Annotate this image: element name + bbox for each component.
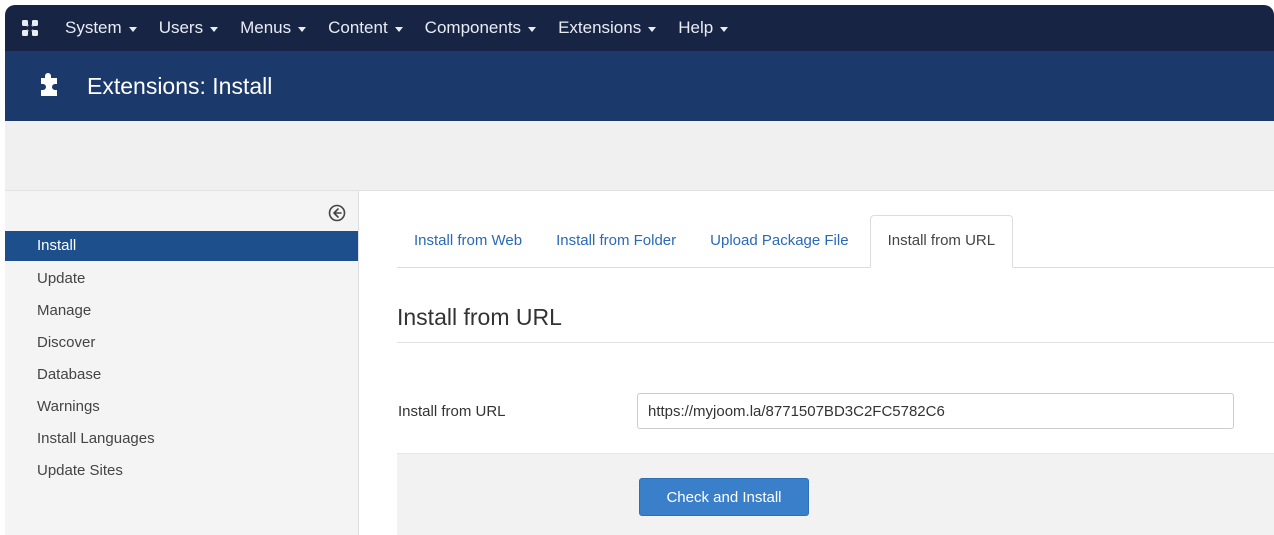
- sidebar-item-warnings[interactable]: Warnings: [5, 391, 358, 423]
- menu-content-label: Content: [328, 18, 388, 37]
- caret-down-icon: [720, 26, 729, 32]
- page-header: Extensions: Install: [5, 51, 1274, 121]
- menu-components-label: Components: [424, 18, 522, 37]
- tab-upload-package-file[interactable]: Upload Package File: [693, 215, 865, 267]
- form-actions: Check and Install: [397, 453, 1274, 535]
- menu-help-label: Help: [678, 18, 714, 37]
- menu-extensions[interactable]: Extensions: [548, 5, 668, 51]
- install-tabs: Install from Web Install from Folder Upl…: [397, 215, 1274, 268]
- tab-install-from-folder[interactable]: Install from Folder: [539, 215, 693, 267]
- sidebar-item-install[interactable]: Install: [5, 231, 358, 261]
- menu-help[interactable]: Help: [668, 5, 740, 51]
- puzzle-piece-icon: [35, 73, 65, 99]
- menu-components[interactable]: Components: [415, 5, 548, 51]
- tab-install-from-url[interactable]: Install from URL: [869, 215, 1014, 268]
- menu-system-label: System: [65, 18, 122, 37]
- toolbar: [5, 121, 1274, 191]
- url-input[interactable]: [637, 393, 1234, 429]
- sidebar-item-update[interactable]: Update: [5, 263, 358, 295]
- caret-down-icon: [210, 26, 219, 32]
- sidebar-item-manage[interactable]: Manage: [5, 295, 358, 327]
- main-menu: System Users Menus Content Components Ex…: [55, 5, 740, 51]
- sidebar-menu: Install Update Manage Discover Database …: [5, 231, 358, 487]
- sidebar-item-discover[interactable]: Discover: [5, 327, 358, 359]
- menu-menus[interactable]: Menus: [230, 5, 318, 51]
- caret-down-icon: [128, 26, 137, 32]
- menu-users[interactable]: Users: [149, 5, 230, 51]
- top-navigation: System Users Menus Content Components Ex…: [5, 5, 1274, 51]
- page-title: Extensions: Install: [87, 72, 273, 99]
- app-window: System Users Menus Content Components Ex…: [5, 5, 1274, 535]
- sidebar-item-install-languages[interactable]: Install Languages: [5, 423, 358, 455]
- menu-menus-label: Menus: [240, 18, 292, 37]
- caret-down-icon: [528, 26, 537, 32]
- joomla-logo-icon[interactable]: [5, 5, 55, 51]
- caret-down-icon: [298, 26, 307, 32]
- section-title: Install from URL: [397, 304, 562, 330]
- caret-down-icon: [394, 26, 403, 32]
- menu-extensions-label: Extensions: [558, 18, 642, 37]
- sidebar: Install Update Manage Discover Database …: [5, 191, 359, 535]
- section-divider: [397, 342, 1274, 343]
- url-field-label: Install from URL: [398, 403, 506, 420]
- menu-users-label: Users: [158, 18, 204, 37]
- menu-system[interactable]: System: [55, 5, 149, 51]
- check-and-install-button[interactable]: Check and Install: [639, 478, 809, 516]
- sidebar-toggle-icon[interactable]: [328, 204, 346, 222]
- sidebar-item-database[interactable]: Database: [5, 359, 358, 391]
- main-content: Install from Web Install from Folder Upl…: [397, 191, 1274, 535]
- menu-content[interactable]: Content: [318, 5, 415, 51]
- sidebar-item-update-sites[interactable]: Update Sites: [5, 455, 358, 487]
- tab-install-from-web[interactable]: Install from Web: [397, 215, 539, 267]
- caret-down-icon: [648, 26, 657, 32]
